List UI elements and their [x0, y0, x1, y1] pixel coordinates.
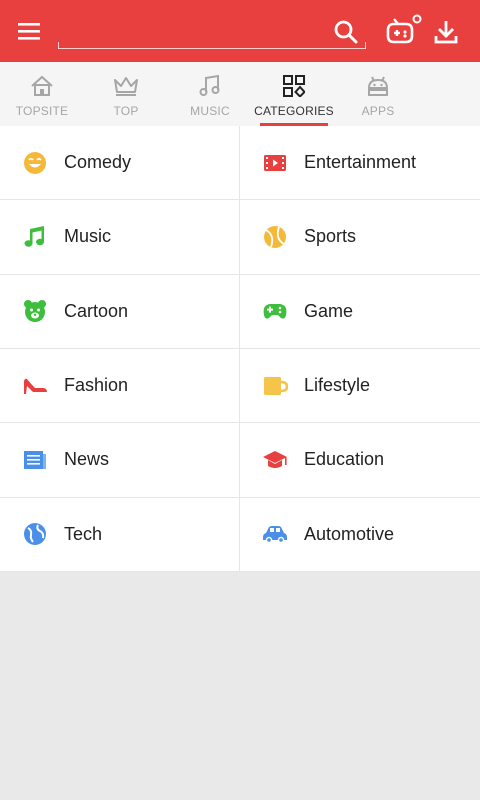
category-game[interactable]: Game — [240, 275, 480, 349]
category-sports[interactable]: Sports — [240, 200, 480, 275]
music-note-icon — [199, 74, 220, 96]
search-underline — [58, 42, 366, 49]
category-label: News — [64, 449, 110, 470]
category-label: Cartoon — [64, 300, 129, 321]
category-label: Tech — [64, 523, 103, 544]
high-heel-icon — [24, 378, 47, 394]
category-news[interactable]: News — [0, 423, 240, 498]
download-button[interactable] — [428, 14, 464, 50]
category-automotive[interactable]: Automotive — [240, 498, 480, 572]
bear-icon — [24, 300, 46, 323]
film-icon — [264, 154, 286, 171]
game-button[interactable] — [380, 12, 426, 52]
category-entertainment[interactable]: Entertainment — [240, 126, 480, 201]
music-note-icon — [24, 225, 44, 247]
category-lifestyle[interactable]: Lifestyle — [240, 349, 480, 424]
tab-label: MUSIC — [190, 104, 230, 118]
tab-bar: TOPSITE TOP MUSIC CATEGORIES APPS — [0, 62, 480, 126]
tab-categories[interactable]: CATEGORIES — [252, 62, 336, 126]
category-music[interactable]: Music — [0, 200, 240, 275]
gamepad-notification-icon — [386, 14, 422, 44]
category-cartoon[interactable]: Cartoon — [0, 274, 240, 349]
hamburger-menu-icon — [18, 23, 40, 40]
category-label: Lifestyle — [304, 375, 371, 396]
tab-label: CATEGORIES — [254, 104, 334, 118]
crown-icon — [114, 77, 138, 96]
gamepad-icon — [263, 304, 287, 319]
tab-topsite[interactable]: TOPSITE — [0, 62, 84, 126]
category-label: Education — [304, 449, 385, 470]
tab-label: TOPSITE — [15, 104, 69, 118]
search-icon — [334, 20, 358, 44]
category-education[interactable]: Education — [240, 423, 480, 498]
tennis-ball-icon — [264, 225, 286, 248]
category-label: Music — [64, 226, 112, 247]
smiley-icon — [24, 151, 46, 174]
categories-grid-icon — [283, 75, 305, 97]
category-label: Sports — [304, 226, 357, 247]
tab-label: TOP — [113, 104, 139, 118]
category-fashion[interactable]: Fashion — [0, 348, 240, 424]
tab-label: APPS — [361, 104, 395, 118]
category-comedy[interactable]: Comedy — [0, 126, 240, 201]
app-bar — [0, 0, 480, 62]
category-label: Comedy — [64, 152, 132, 173]
search-button[interactable] — [328, 14, 364, 50]
download-icon — [434, 21, 458, 44]
categories-grid: Comedy Entertainment Music Sports Cartoo… — [0, 126, 480, 572]
graduation-cap-icon — [263, 450, 287, 468]
menu-button[interactable] — [12, 15, 48, 47]
globe-icon — [24, 523, 46, 546]
mug-icon — [264, 376, 288, 395]
category-label: Fashion — [64, 375, 129, 396]
category-tech[interactable]: Tech — [0, 497, 240, 572]
search-input[interactable] — [64, 18, 314, 46]
android-icon — [367, 76, 389, 96]
category-label: Entertainment — [304, 152, 417, 173]
category-label: Automotive — [304, 523, 395, 544]
car-icon — [263, 526, 287, 544]
tab-apps[interactable]: APPS — [336, 62, 420, 126]
tab-top[interactable]: TOP — [84, 62, 168, 126]
home-icon — [31, 75, 53, 96]
category-label: Game — [304, 300, 354, 321]
tab-music[interactable]: MUSIC — [168, 62, 252, 126]
newspaper-icon — [24, 450, 46, 469]
